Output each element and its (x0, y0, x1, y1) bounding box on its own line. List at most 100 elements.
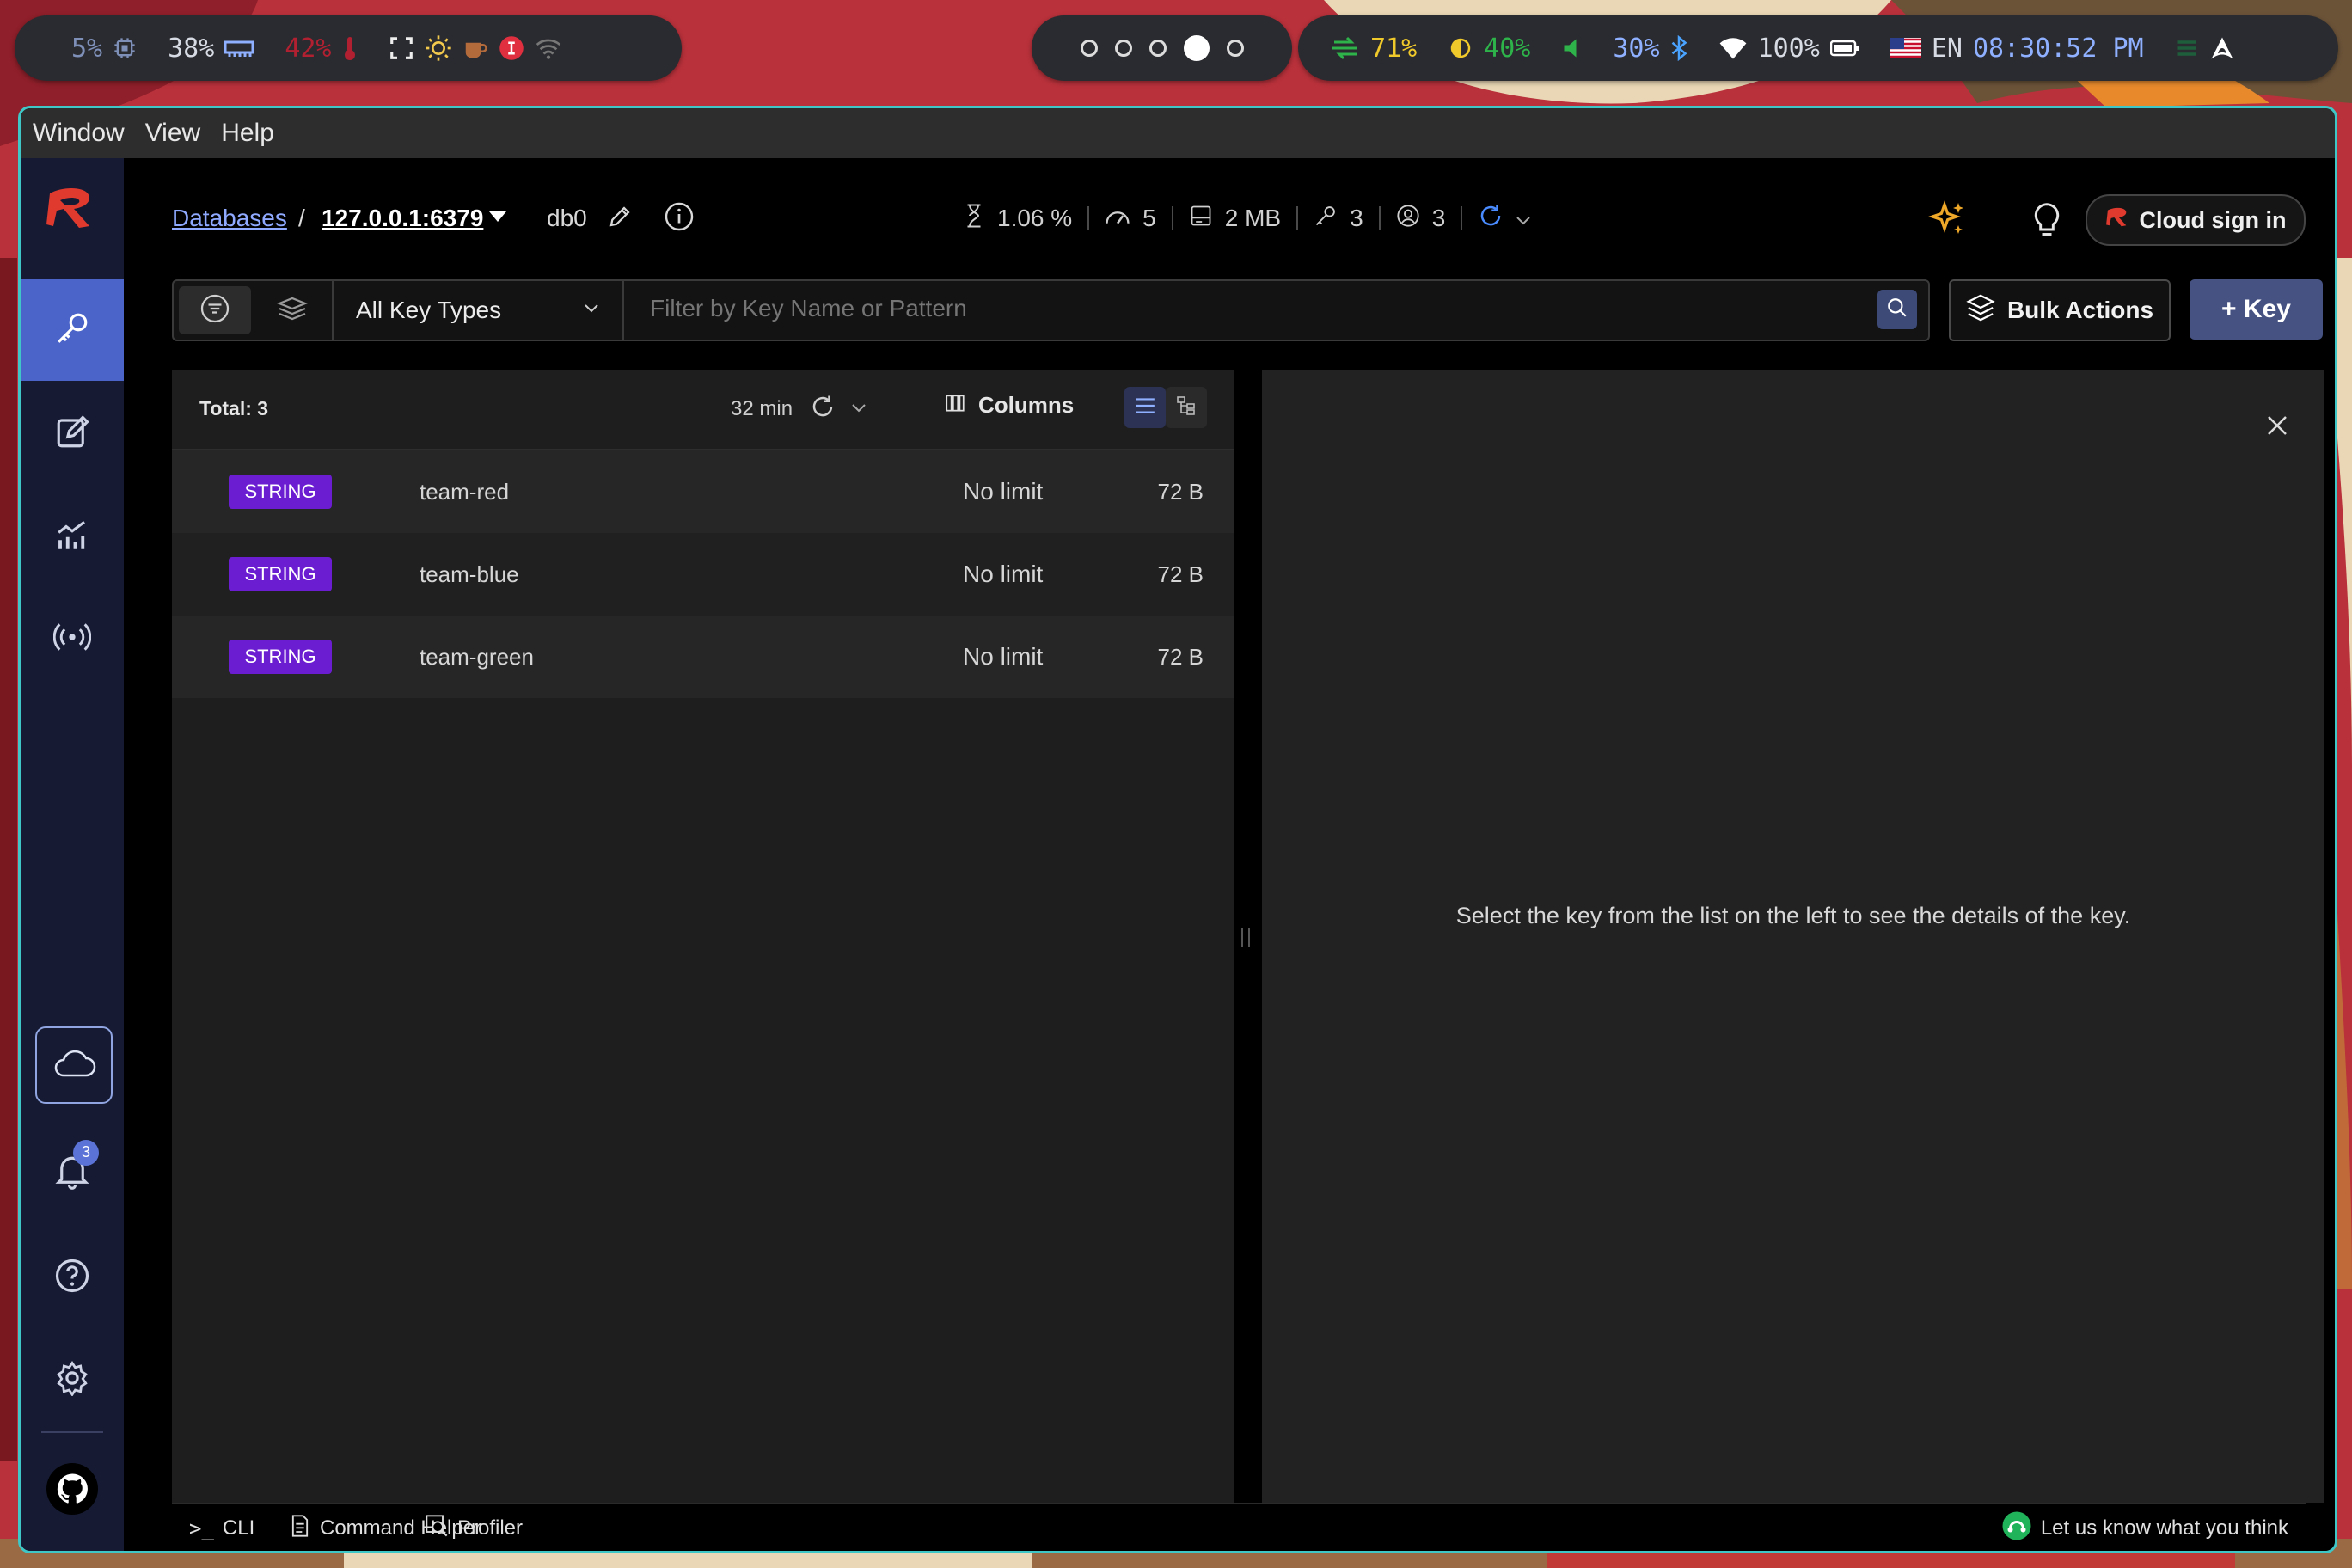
stat-ops-value: 5 (1142, 205, 1156, 231)
sidebar-item-settings[interactable] (21, 1329, 124, 1430)
pencil-icon[interactable] (607, 204, 633, 234)
feedback-link[interactable]: Let us know what you think (2001, 1504, 2288, 1551)
breadcrumb-host[interactable]: 127.0.0.1:6379 (322, 205, 483, 232)
app-logo[interactable] (21, 158, 124, 260)
view-toggle-vector[interactable] (256, 286, 328, 334)
key-type-select[interactable]: All Key Types (332, 281, 624, 340)
key-size: 72 B (1157, 560, 1204, 587)
volume-percent: 30% (1613, 33, 1660, 64)
sidebar: 3 (21, 158, 124, 1551)
auto-refresh-control[interactable] (1478, 203, 1531, 235)
bulk-actions-button[interactable]: Bulk Actions (1949, 279, 2171, 341)
stat-separator (1461, 206, 1463, 230)
gear-icon (54, 1360, 90, 1400)
info-icon[interactable] (664, 201, 695, 236)
profiler-label: Profiler (457, 1516, 524, 1540)
stat-ops: 5 (1105, 205, 1156, 232)
record-icon[interactable] (499, 35, 524, 61)
gauge-icon (1105, 205, 1130, 232)
list-view-toggle[interactable] (1124, 387, 1166, 428)
terminal-icon: >_ (189, 1516, 214, 1540)
chevron-down-icon[interactable] (488, 211, 507, 227)
stat-separator (1378, 206, 1381, 230)
tray-icon[interactable] (2175, 36, 2199, 60)
workspace-3[interactable] (1148, 40, 1167, 57)
wifi-icon[interactable] (535, 36, 562, 60)
sidebar-divider (41, 1431, 103, 1433)
chevron-down-icon (1516, 205, 1531, 232)
breadcrumb-databases[interactable]: Databases (172, 205, 287, 232)
chevron-down-icon[interactable] (851, 402, 867, 418)
keyboard-language[interactable]: EN (1932, 34, 1963, 64)
key-search-input[interactable] (622, 283, 1860, 334)
cloud-button[interactable] (35, 1026, 113, 1104)
chevron-down-icon (583, 303, 600, 318)
fullscreen-icon[interactable] (389, 35, 414, 61)
arch-logo-icon[interactable] (2209, 35, 2235, 61)
workspace-4-active[interactable] (1183, 35, 1210, 61)
sidebar-item-browser[interactable] (21, 279, 124, 381)
sidebar-item-help[interactable] (21, 1227, 124, 1328)
key-type-badge: STRING (229, 640, 332, 674)
db-stats: 1.06 % 5 2 MB 3 3 (963, 203, 1531, 235)
menu-bar: Window View Help (21, 108, 2335, 158)
stat-clients: 3 (1396, 204, 1445, 234)
sidebar-item-pubsub[interactable] (21, 588, 124, 689)
wifi-signal-icon[interactable] (1718, 36, 1748, 60)
bell-icon: 3 (54, 1139, 99, 1196)
brightness-icon (1448, 35, 1473, 61)
github-link[interactable] (21, 1448, 124, 1534)
columns-button[interactable]: Columns (944, 392, 1074, 419)
bluetooth-icon[interactable] (1670, 35, 1687, 61)
cli-button[interactable]: >_ CLI (189, 1504, 255, 1551)
key-details-panel: Select the key from the list on the left… (1262, 370, 2324, 1503)
memory-icon (224, 38, 254, 58)
memory-disk-icon (1189, 204, 1213, 234)
key-row[interactable]: STRING team-green No limit 72 B (172, 616, 1234, 698)
sidebar-item-workbench[interactable] (21, 383, 124, 485)
cloud-icon (52, 1048, 96, 1083)
key-type-badge: STRING (229, 475, 332, 509)
key-ttl: No limit (963, 560, 1044, 587)
key-type-value: All Key Types (356, 297, 502, 323)
workspace-5[interactable] (1226, 40, 1244, 57)
search-button[interactable] (1877, 290, 1917, 329)
redis-logo-icon (2105, 206, 2131, 235)
clock: 08:30:52 PM (1972, 33, 2144, 64)
key-row[interactable]: STRING team-blue No limit 72 B (172, 533, 1234, 616)
wifi-percent: 100% (1757, 33, 1820, 64)
battery-icon (1829, 40, 1859, 57)
user-circle-icon (1396, 204, 1420, 234)
menu-window[interactable]: Window (33, 119, 125, 148)
app-window: Window View Help 3 Databases / 127.0.0.1… (18, 106, 2337, 1553)
menu-help[interactable]: Help (221, 119, 274, 148)
coffee-icon[interactable] (462, 36, 488, 60)
network-icon (1331, 35, 1360, 61)
key-row[interactable]: STRING team-red No limit 72 B (172, 450, 1234, 533)
sparkle-ai-icon[interactable] (1927, 199, 1969, 245)
us-flag-icon (1890, 38, 1921, 58)
feedback-label: Let us know what you think (2040, 1516, 2288, 1540)
stat-memory-value: 2 MB (1224, 205, 1282, 231)
menu-view[interactable]: View (145, 119, 200, 148)
sun-icon[interactable] (425, 34, 452, 62)
workspace-1[interactable] (1080, 40, 1098, 57)
bottom-bar: >_ CLI Command Helper Profiler Let us kn… (172, 1503, 2306, 1551)
workspace-2[interactable] (1114, 40, 1132, 57)
view-toggle-list[interactable] (179, 286, 251, 334)
lightbulb-icon[interactable] (2030, 201, 2063, 243)
sidebar-item-analysis[interactable] (21, 487, 124, 588)
stat-cpu: 1.06 % (963, 203, 1072, 235)
temperature-percent: 42% (285, 33, 332, 64)
cloud-sign-in-button[interactable]: Cloud sign in (2086, 194, 2306, 246)
close-icon[interactable] (2264, 413, 2290, 443)
panel-resize-handle[interactable] (1241, 928, 1250, 947)
add-key-button[interactable]: + Key (2190, 279, 2323, 340)
sidebar-item-notifications[interactable]: 3 (21, 1123, 124, 1224)
cli-label: CLI (222, 1516, 255, 1540)
profiler-button[interactable]: Profiler (425, 1504, 524, 1551)
tree-view-toggle[interactable] (1166, 387, 1207, 428)
feedback-icon (2001, 1510, 2032, 1547)
refresh-list-icon[interactable] (810, 394, 836, 424)
bulk-actions-label: Bulk Actions (2006, 297, 2154, 323)
